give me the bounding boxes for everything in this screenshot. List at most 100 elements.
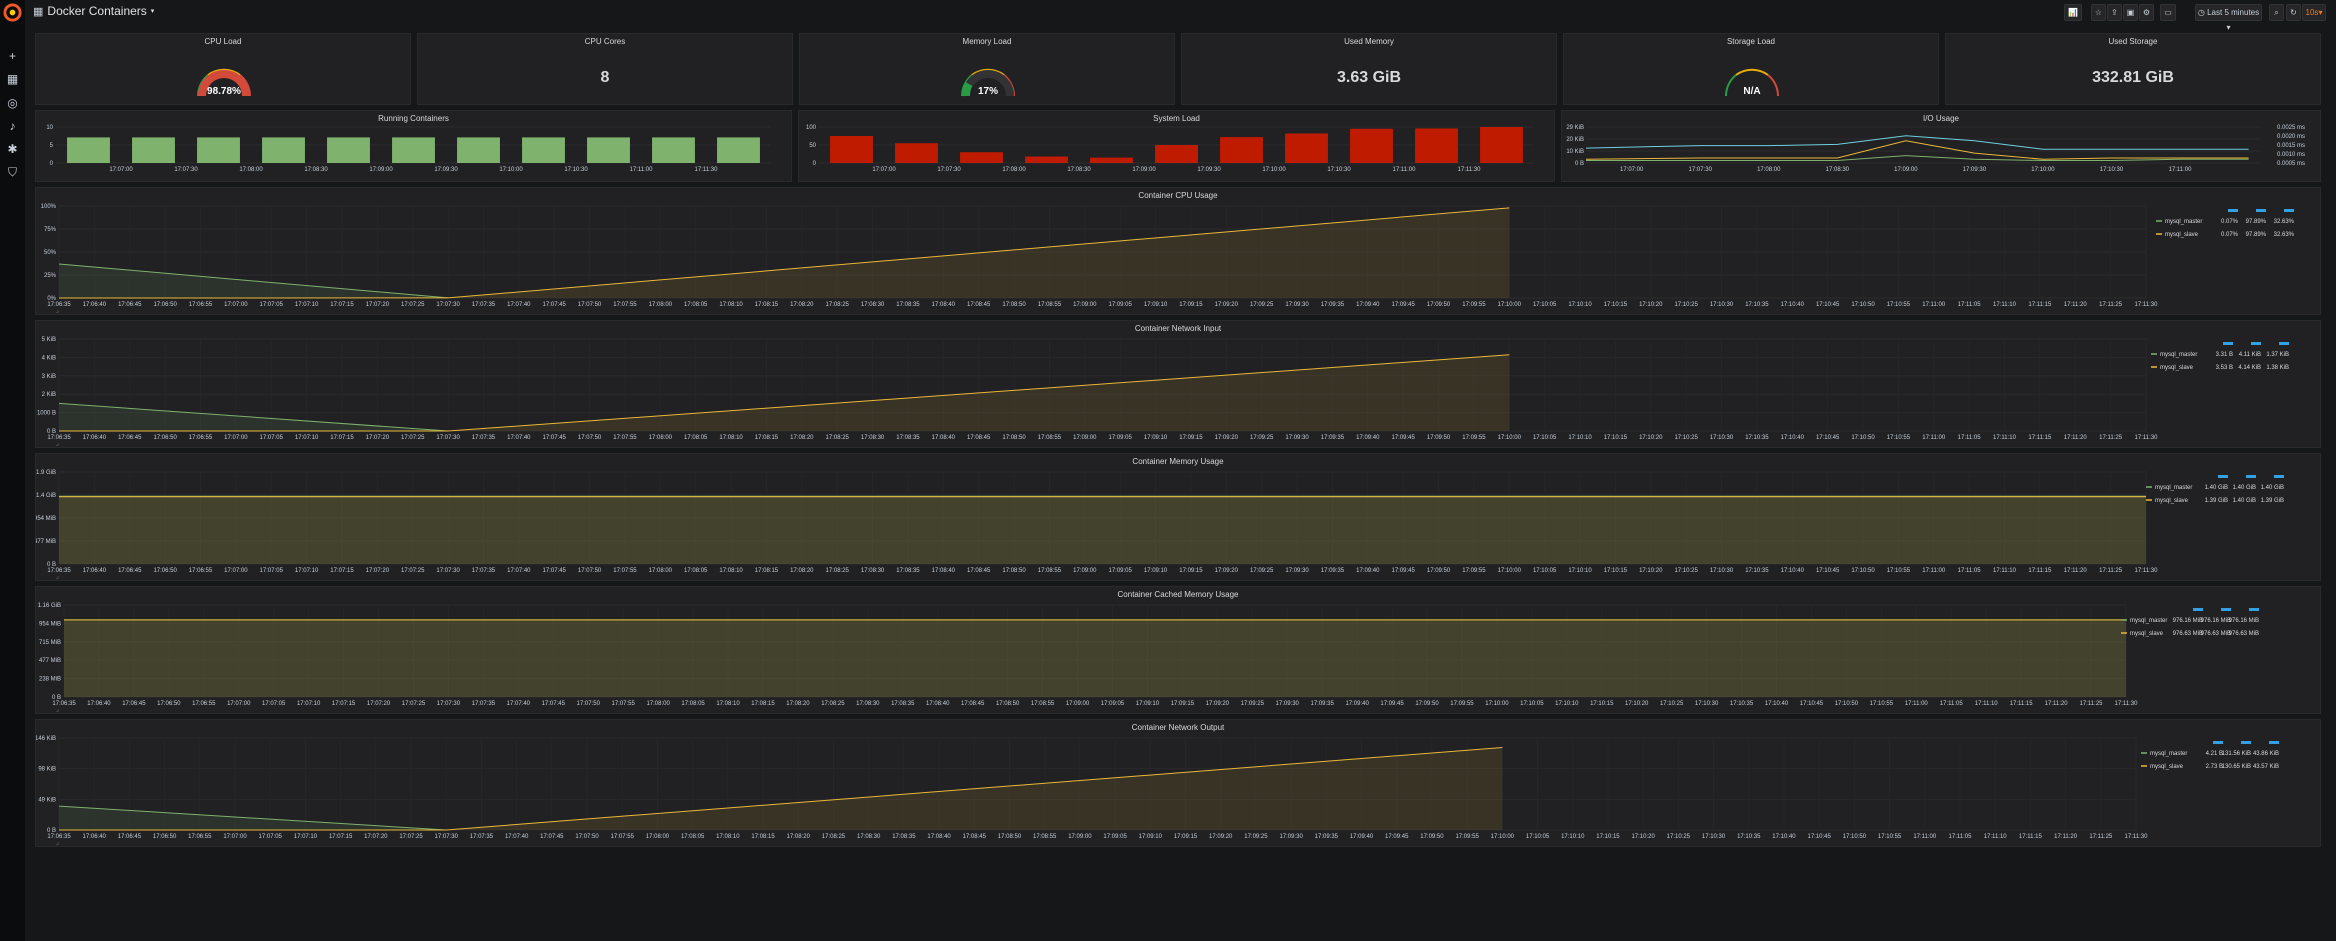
- x-tick-label: 17:06:45: [118, 834, 142, 840]
- x-tick-label: 17:11:20: [2054, 834, 2078, 840]
- x-tick-label: 17:08:05: [684, 302, 708, 308]
- x-tick-label: 17:07:35: [472, 568, 496, 574]
- legend-sort-icon: [2246, 475, 2256, 478]
- tv-mode-icon[interactable]: ▭: [2160, 4, 2176, 21]
- x-tick-label: 17:08:25: [821, 701, 845, 707]
- x-tick-label: 17:07:20: [366, 568, 390, 574]
- x-tick-label: 17:10:45: [1816, 568, 1840, 574]
- explore-icon[interactable]: ◎: [5, 96, 20, 111]
- gear-icon[interactable]: ✱: [5, 142, 20, 157]
- x-tick-label: 17:07:45: [543, 302, 567, 308]
- refresh-icon[interactable]: ↻: [2286, 4, 2301, 21]
- bar: [392, 137, 435, 163]
- x-tick-label: 17:10:55: [1887, 435, 1911, 441]
- graph-add-icon[interactable]: 📊: [2064, 4, 2082, 21]
- io-usage-chart: 29 KiB 20 KiB 10 KiB 0 B 0.0025 ms 0.0020 ms 0…: [1566, 125, 2305, 173]
- clock-icon: ◷: [2197, 8, 2205, 17]
- y-tick-label: 0: [50, 161, 54, 167]
- shield-icon[interactable]: ⛉: [5, 165, 20, 180]
- zoom-out-icon[interactable]: ⌕: [2269, 4, 2284, 21]
- x-tick-label: 17:10:50: [1843, 834, 1867, 840]
- x-tick-label: 17:11:25: [2089, 834, 2113, 840]
- settings-gear-icon[interactable]: ⚙: [2139, 4, 2154, 21]
- x-tick-label: 17:08:20: [790, 302, 814, 308]
- cpu-cores-panel: CPU Cores 8: [417, 33, 793, 105]
- bar: [1285, 133, 1328, 163]
- refresh-interval-picker[interactable]: 10s▾: [2302, 4, 2326, 21]
- y2-tick-label: 0.0015 ms: [2277, 143, 2305, 149]
- x-tick-label: 17:10:20: [1639, 302, 1663, 308]
- x-tick-label: 17:10:25: [1660, 701, 1684, 707]
- share-icon[interactable]: ⇪: [2107, 4, 2122, 21]
- x-tick-label: 17:08:05: [684, 568, 708, 574]
- legend-value: 1.39 GiB: [2261, 498, 2284, 504]
- x-tick-label: 17:06:40: [83, 568, 107, 574]
- x-tick-label: 17:09:05: [1103, 834, 1127, 840]
- used-storage-value: 332.81 GiB: [2092, 69, 2174, 86]
- x-tick-label: 17:08:20: [790, 435, 814, 441]
- x-tick-label: 17:06:55: [189, 302, 213, 308]
- x-tick-label: 17:11:25: [2099, 568, 2123, 574]
- plus-icon[interactable]: +: [5, 49, 20, 64]
- x-tick-label: 17:08:50: [998, 834, 1022, 840]
- x-tick-label: 17:10:15: [1604, 435, 1628, 441]
- legend-sort-icon: [2193, 608, 2203, 611]
- legend-value: 1.38 KiB: [2266, 365, 2289, 371]
- legend-value: 97.89%: [2246, 219, 2267, 225]
- x-tick-label: 17:09:30: [1285, 435, 1309, 441]
- x-tick-label: 17:08:25: [826, 302, 850, 308]
- x-tick-label: 17:07:25: [402, 701, 426, 707]
- x-tick-label: 17:09:45: [1385, 834, 1409, 840]
- x-tick-label: 17:11:20: [2064, 435, 2088, 441]
- container-cached-memory-panel: Container Cached Memory Usage 1.16 GiB 95…: [35, 586, 2321, 714]
- time-range-picker[interactable]: ◷ Last 5 minutes ▾: [2195, 4, 2262, 32]
- star-icon[interactable]: ☆: [2091, 4, 2106, 21]
- refresh-interval: 10s: [2305, 8, 2319, 17]
- x-tick-label: 17:11:10: [1975, 701, 1999, 707]
- x-tick-label: 17:08:50: [996, 701, 1020, 707]
- x-tick-label: 17:11:15: [2010, 701, 2034, 707]
- x-tick-label: 17:08:10: [719, 302, 743, 308]
- system-load-chart: 100 50 0 17:07:00 17:07:30 17:08:00 17:08:30 17…: [806, 125, 1534, 173]
- y-tick-label: 2 KiB: [42, 392, 56, 398]
- x-tick-label: 17:06:50: [153, 834, 177, 840]
- alerting-bell-icon[interactable]: ♪: [5, 119, 20, 134]
- legend-value: 43.57 KiB: [2253, 764, 2279, 770]
- dashboard-picker[interactable]: ▦ Docker Containers ▾: [33, 4, 154, 18]
- x-tick-label: 17:09:05: [1109, 435, 1133, 441]
- x-tick-label: 17:07:35: [470, 834, 494, 840]
- container-network-output-chart: 146 KiB98 KiB49 KiB0 B17:06:35 17:06:40 17…: [36, 736, 2279, 846]
- x-tick-label: 17:09:00: [1073, 568, 1097, 574]
- system-load-panel: System Load 100 50 0 17:07:00 17:07:30 17:08:…: [798, 110, 1555, 182]
- x-tick-label: 17:10:40: [1765, 701, 1789, 707]
- caret-down-icon: ▾: [150, 8, 155, 15]
- legend-value: 43.86 KiB: [2253, 751, 2279, 757]
- x-tick-label: 17:06:55: [189, 435, 213, 441]
- x-tick-label: 17:08:50: [1002, 302, 1026, 308]
- x-tick-label: 17:10:55: [1887, 302, 1911, 308]
- side-menu: + ▦ ◎ ♪ ✱ ⛉: [0, 0, 25, 941]
- x-tick-label: 17:08:45: [967, 435, 991, 441]
- x-tick-label: 17:11:10: [1993, 568, 2017, 574]
- x-tick-label: 17:09:30: [1963, 167, 1987, 173]
- save-icon[interactable]: ▣: [2123, 4, 2138, 21]
- x-tick-label: 17:07:55: [613, 302, 637, 308]
- x-tick-label: 17:10:05: [1533, 302, 1557, 308]
- dashboards-icon[interactable]: ▦: [5, 72, 20, 87]
- x-tick-label: 17:06:50: [157, 701, 181, 707]
- x-tick-label: 17:07:00: [223, 834, 247, 840]
- x-tick-label: 17:08:25: [822, 834, 846, 840]
- grafana-logo-icon[interactable]: [3, 3, 22, 22]
- x-tick-label: 17:08:40: [932, 435, 956, 441]
- x-tick-label: 17:07:15: [330, 435, 354, 441]
- x-tick-label: 17:10:30: [1695, 701, 1719, 707]
- panel-title: Used Memory: [1344, 37, 1394, 46]
- container-network-input-panel: Container Network Input 5 KiB 4 KiB 3 KiB 2…: [35, 320, 2321, 448]
- memory-load-panel: Memory Load 17%: [799, 33, 1175, 105]
- x-tick-label: 17:10:00: [2031, 167, 2055, 173]
- x-tick-label: 17:07:45: [543, 435, 567, 441]
- x-tick-label: 17:10:50: [1835, 701, 1859, 707]
- x-tick-label: 17:08:55: [1033, 834, 1057, 840]
- x-tick-label: 17:09:05: [1101, 701, 1125, 707]
- cpu-load-panel: CPU Load 98.78%: [35, 33, 411, 105]
